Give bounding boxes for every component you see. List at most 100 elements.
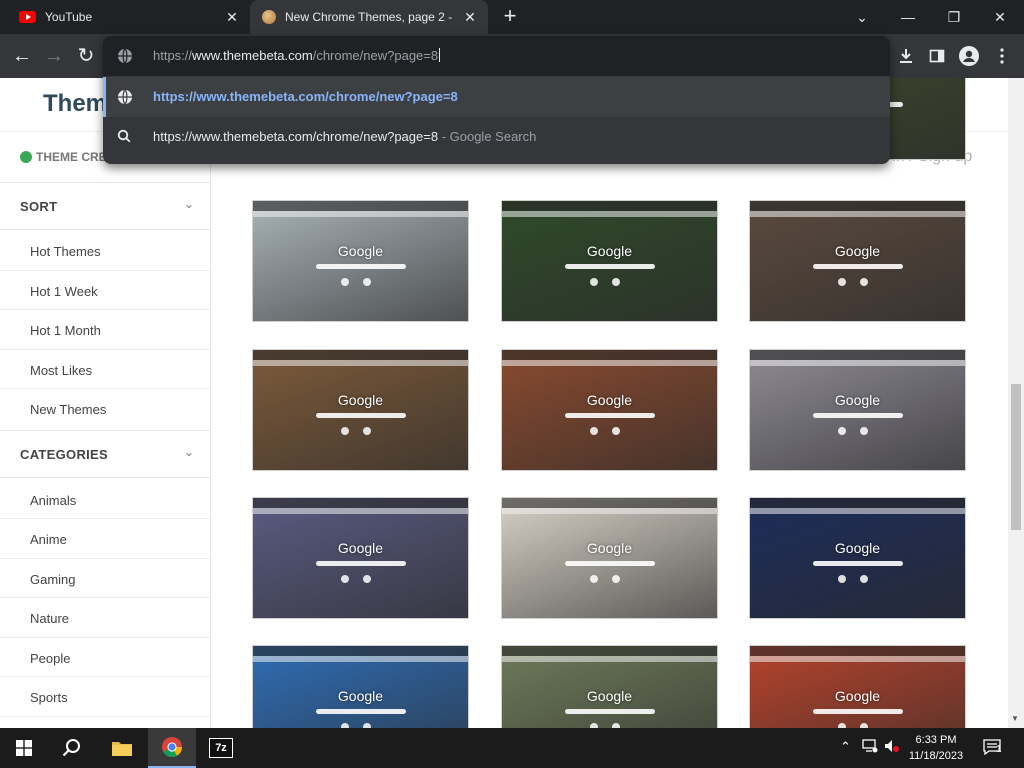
sort-item-new-themes[interactable]: New Themes [30, 402, 106, 417]
sort-item-hot-themes[interactable]: Hot Themes [30, 244, 101, 259]
system-clock[interactable]: 6:33 PM 11/18/2023 [904, 732, 968, 764]
theme-creator-link[interactable]: THEME CREATOR [20, 150, 110, 164]
divider [0, 518, 210, 519]
theme-thumbnail[interactable]: Google [252, 349, 469, 471]
tab-title: New Chrome Themes, page 2 - T [285, 10, 455, 24]
thumbnail-shortcut [838, 575, 846, 583]
thumbnail-searchbox [813, 561, 903, 566]
new-tab-button[interactable]: + [498, 5, 522, 29]
forward-button[interactable]: → [41, 43, 67, 69]
tab-search-icon[interactable]: ⌄ [848, 4, 876, 30]
sort-heading: SORT [20, 199, 58, 214]
categories-section-header[interactable]: CATEGORIES ⌄ [0, 430, 210, 478]
divider [0, 349, 210, 350]
category-item-sports[interactable]: Sports [30, 690, 68, 705]
close-tab-icon[interactable]: ✕ [224, 9, 240, 25]
theme-thumbnail[interactable]: Google [749, 645, 966, 728]
sort-item-hot-1-week[interactable]: Hot 1 Week [30, 284, 98, 299]
close-tab-icon[interactable]: ✕ [462, 9, 478, 25]
thumbnail-tabbar [253, 350, 468, 360]
reload-button[interactable]: ↻ [73, 43, 99, 69]
thumbnail-tabbar [750, 201, 965, 211]
thumbnail-tabbar [502, 201, 717, 211]
restore-button[interactable]: ❐ [940, 4, 968, 30]
7zip-button[interactable]: 7z [197, 728, 245, 768]
7zip-icon: 7z [209, 738, 233, 758]
divider [0, 637, 210, 638]
theme-thumbnail[interactable]: Google [501, 645, 718, 728]
thumbnail-shortcut [860, 278, 868, 286]
scroll-down-arrow-icon[interactable]: ▼ [1011, 714, 1019, 723]
back-button[interactable]: ← [9, 43, 35, 69]
chrome-menu-icon[interactable] [988, 42, 1016, 70]
taskbar-search-button[interactable] [48, 728, 96, 768]
page-scrollbar[interactable]: ▼ [1008, 78, 1024, 728]
category-item-gaming[interactable]: Gaming [30, 572, 76, 587]
site-logo[interactable]: Them [43, 90, 107, 118]
theme-thumbnail[interactable]: Google [252, 645, 469, 728]
theme-thumbnail[interactable]: Google [501, 200, 718, 322]
windows-taskbar: 7z ⌃ 6:33 PM 11/18/2023 1 [0, 728, 1024, 768]
side-panel-icon[interactable] [923, 42, 951, 70]
sort-item-most-likes[interactable]: Most Likes [30, 363, 92, 378]
theme-thumbnail[interactable]: Google [749, 497, 966, 619]
address-bar[interactable]: https://www.themebeta.com/chrome/new?pag… [103, 36, 890, 76]
text-caret [439, 48, 441, 62]
category-item-people[interactable]: People [30, 651, 70, 666]
show-hidden-icons-chevron-icon[interactable]: ⌃ [840, 739, 851, 755]
chrome-taskbar-button[interactable] [148, 728, 196, 768]
search-icon [62, 739, 80, 757]
address-text[interactable]: https://www.themebeta.com/chrome/new?pag… [153, 48, 441, 63]
divider [0, 388, 210, 389]
thumbnail-searchbox [813, 264, 903, 269]
thumbnail-searchbox [813, 413, 903, 418]
category-item-animals[interactable]: Animals [30, 493, 76, 508]
profile-avatar-icon[interactable] [955, 42, 983, 70]
thumbnail-shortcut [590, 575, 598, 583]
site-info-icon[interactable] [117, 48, 133, 69]
tab-youtube[interactable]: YouTube ✕ [0, 0, 250, 34]
theme-thumbnail[interactable]: Google [252, 200, 469, 322]
thumbnail-tabbar [750, 350, 965, 360]
theme-thumbnail[interactable]: Google [749, 200, 966, 322]
thumbnail-toolbar [750, 508, 965, 514]
thumbnail-tabbar [253, 201, 468, 211]
tab-themebeta[interactable]: New Chrome Themes, page 2 - T ✕ [250, 0, 488, 34]
url-path: /chrome/new?page=8 [312, 48, 439, 63]
divider [0, 597, 210, 598]
sort-section-header[interactable]: SORT ⌄ [0, 182, 210, 230]
download-icon[interactable] [892, 42, 920, 70]
volume-muted-icon[interactable] [884, 739, 900, 756]
theme-thumbnail[interactable]: Google [252, 497, 469, 619]
tab-strip: YouTube ✕ New Chrome Themes, page 2 - T … [0, 0, 1024, 34]
scrollbar-thumb[interactable] [1011, 384, 1021, 530]
thumbnail-searchbox [316, 561, 406, 566]
network-icon[interactable] [862, 739, 878, 756]
theme-thumbnail[interactable]: Google [749, 349, 966, 471]
category-item-anime[interactable]: Anime [30, 532, 67, 547]
thumbnail-shortcut [860, 427, 868, 435]
youtube-icon [19, 11, 36, 23]
thumbnail-searchbox [565, 413, 655, 418]
theme-thumbnail[interactable]: Google [501, 497, 718, 619]
category-item-nature[interactable]: Nature [30, 611, 69, 626]
suggestion-text: https://www.themebeta.com/chrome/new?pag… [153, 129, 536, 144]
thumbnail-toolbar [750, 211, 965, 217]
sort-item-hot-1-month[interactable]: Hot 1 Month [30, 323, 101, 338]
omnibox-suggestion[interactable]: https://www.themebeta.com/chrome/new?pag… [103, 77, 890, 117]
theme-thumbnail[interactable]: Google [501, 349, 718, 471]
file-explorer-button[interactable] [98, 728, 146, 768]
thumbnail-shortcut [341, 575, 349, 583]
start-button[interactable] [0, 728, 48, 768]
thumbnail-shortcut [363, 427, 371, 435]
minimize-button[interactable]: — [894, 4, 922, 30]
close-window-button[interactable]: ✕ [986, 4, 1014, 30]
omnibox-suggestion[interactable]: https://www.themebeta.com/chrome/new?pag… [103, 117, 890, 157]
thumbnail-toolbar [502, 656, 717, 662]
thumbnail-google-logo: Google [337, 688, 384, 704]
thumbnail-shortcut [363, 278, 371, 286]
thumbnail-shortcut [612, 575, 620, 583]
thumbnail-google-logo: Google [586, 392, 633, 408]
divider [0, 558, 210, 559]
thumbnail-searchbox [316, 264, 406, 269]
